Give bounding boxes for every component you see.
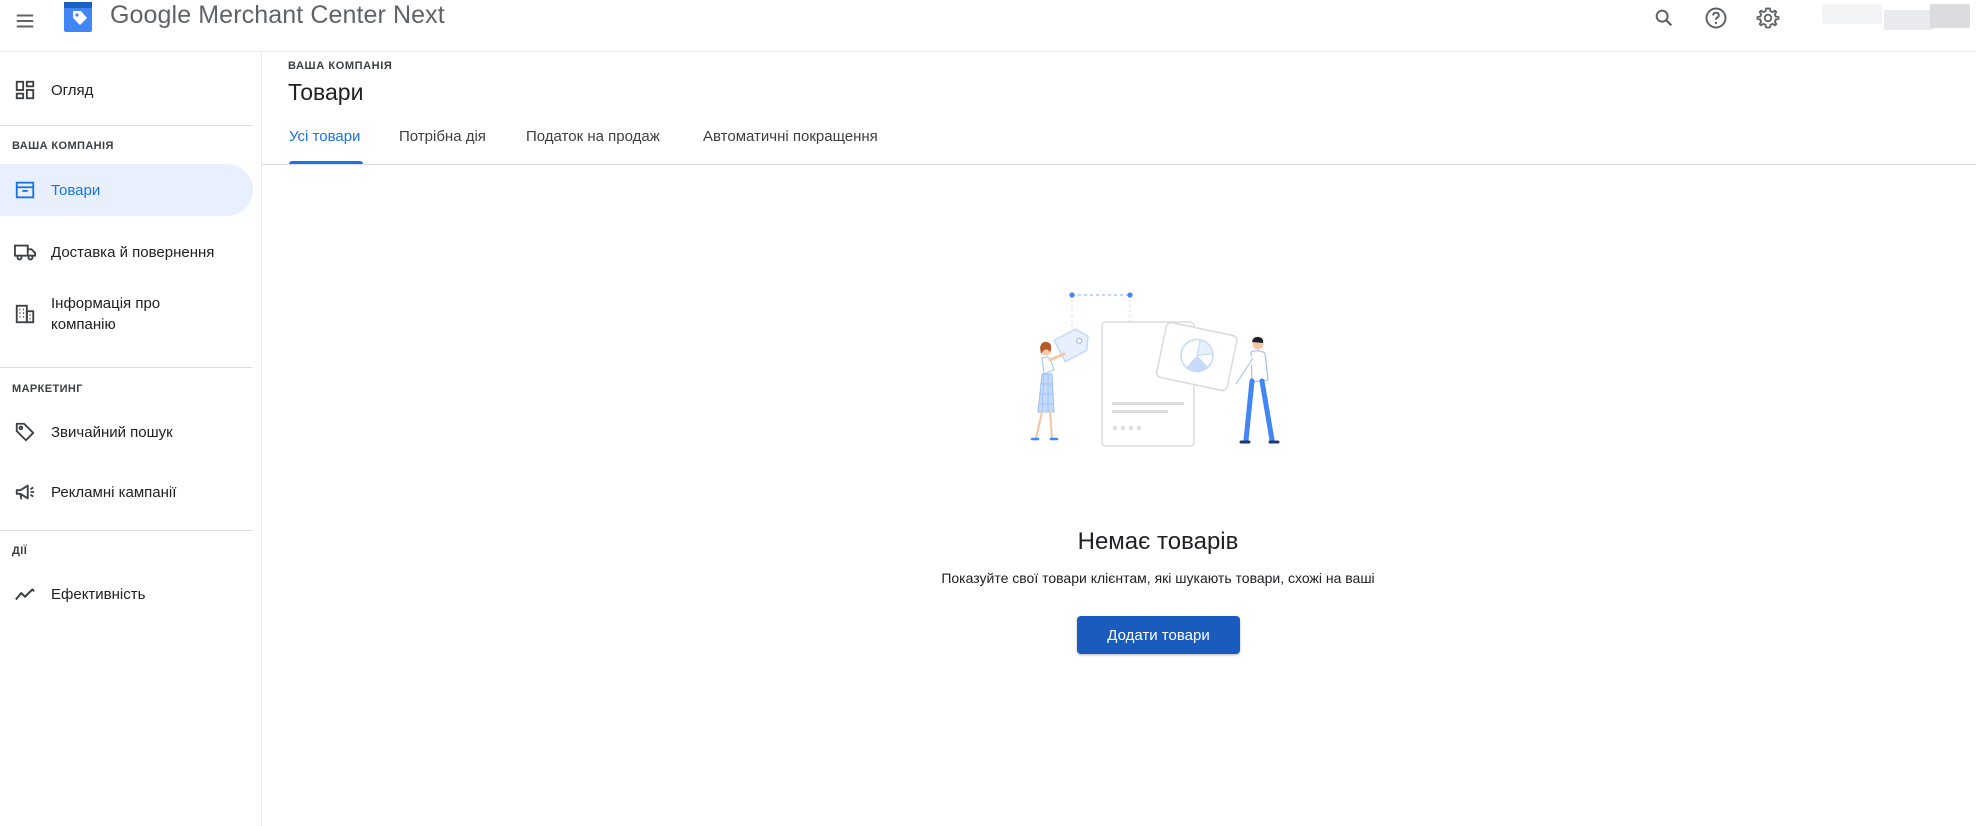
app-title: Google Merchant Center Next bbox=[110, 1, 445, 29]
sidebar-item-products[interactable]: Товари bbox=[0, 164, 253, 216]
tab-all-products[interactable]: Усі товари bbox=[289, 128, 360, 145]
sidebar-item-business-info[interactable]: Інформація про компанію bbox=[0, 285, 253, 343]
active-tab-indicator bbox=[289, 161, 363, 164]
sidebar-item-label: Доставка й повернення bbox=[51, 243, 215, 261]
empty-state-title: Немає товарів bbox=[1077, 528, 1239, 555]
settings-icon bbox=[1756, 7, 1780, 29]
page-title: Товари bbox=[288, 79, 364, 105]
archive-box-icon bbox=[13, 178, 37, 202]
sidebar-item-ad-campaigns[interactable]: Рекламні кампанії bbox=[0, 467, 253, 517]
tag-icon bbox=[13, 420, 37, 444]
sidebar-item-label: Товари bbox=[51, 181, 101, 199]
sidebar-item-label: Ефективність bbox=[51, 585, 146, 603]
merchant-center-logo-icon[interactable] bbox=[62, 0, 94, 34]
sidebar-item-label: Огляд bbox=[51, 81, 94, 99]
settings-button[interactable] bbox=[1754, 4, 1782, 32]
account-area[interactable] bbox=[1822, 0, 1976, 40]
empty-state-subtitle: Показуйте свої товари клієнтам, які шука… bbox=[941, 570, 1375, 586]
sidebar-item-label: Рекламні кампанії bbox=[51, 483, 177, 501]
sidebar-item-overview[interactable]: Огляд bbox=[0, 69, 253, 111]
sidebar-item-label: Інформація про компанію bbox=[51, 295, 161, 333]
top-app-bar: Google Merchant Center Next bbox=[0, 0, 1976, 52]
menu-icon bbox=[16, 14, 34, 28]
dashboard-icon bbox=[13, 78, 37, 102]
tab-bar: Усі товари Потрібна дія Податок на прода… bbox=[262, 118, 1976, 165]
add-products-button[interactable]: Додати товари bbox=[1077, 616, 1240, 654]
sidebar-item-label: Звичайний пошук bbox=[51, 423, 173, 441]
main-menu-button[interactable] bbox=[10, 6, 40, 36]
tab-sales-tax[interactable]: Податок на продаж bbox=[526, 128, 660, 145]
sidebar-item-shipping-returns[interactable]: Доставка й повернення bbox=[0, 229, 253, 275]
tab-action-needed[interactable]: Потрібна дія bbox=[399, 128, 486, 145]
help-icon bbox=[1705, 7, 1727, 29]
megaphone-icon bbox=[13, 480, 37, 504]
search-button[interactable] bbox=[1650, 4, 1678, 32]
sidebar-section-title: МАРКЕТИНГ bbox=[12, 383, 83, 395]
sidebar-item-free-listings[interactable]: Звичайний пошук bbox=[0, 407, 253, 457]
sidebar-divider bbox=[0, 125, 253, 126]
search-icon bbox=[1655, 9, 1673, 27]
building-icon bbox=[13, 302, 37, 326]
help-button[interactable] bbox=[1702, 4, 1730, 32]
sidebar-divider bbox=[0, 367, 253, 368]
empty-state-illustration bbox=[1030, 292, 1280, 447]
breadcrumb: ВАША КОМПАНІЯ bbox=[288, 60, 393, 72]
sidebar: Огляд ВАША КОМПАНІЯ Товари Доставка й по… bbox=[0, 53, 262, 826]
sidebar-section-title: ВАША КОМПАНІЯ bbox=[12, 140, 114, 152]
tab-automatic-improvements[interactable]: Автоматичні покращення bbox=[703, 128, 878, 145]
truck-icon bbox=[13, 240, 37, 264]
